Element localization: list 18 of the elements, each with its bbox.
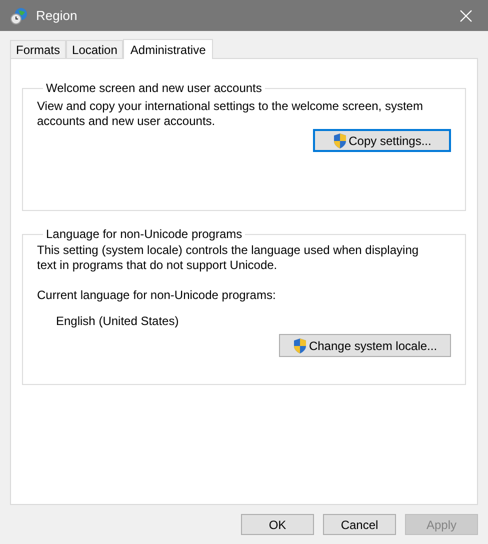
globe-clock-icon — [10, 6, 28, 24]
dialog-button[interactable]: OK — [241, 514, 314, 535]
group-title: Language for non-Unicode programs — [45, 226, 244, 243]
shield-icon — [292, 338, 307, 354]
close-icon — [460, 10, 472, 22]
tab[interactable]: Location — [66, 40, 124, 58]
tab[interactable]: Formats — [10, 40, 66, 58]
current-language-value: English (United States) — [56, 313, 180, 330]
tab[interactable]: Administrative — [123, 39, 213, 59]
current-language-label: Current language for non-Unicode programs: — [37, 287, 277, 304]
description-text: View and copy your international settings to the welcome screen, system accounts and new user accounts. — [37, 98, 424, 129]
description-text: This setting (system locale) controls the language used when displaying text in programs that do not support Unicode. — [37, 243, 420, 273]
window-title: Region — [36, 6, 78, 25]
group-title: Welcome screen and new user accounts — [45, 80, 263, 97]
dialog-button[interactable]: Cancel — [323, 514, 396, 535]
shield-icon — [332, 132, 347, 148]
shield-button[interactable]: Change system locale... — [279, 334, 451, 357]
shield-button[interactable]: Copy settings... — [313, 129, 451, 152]
